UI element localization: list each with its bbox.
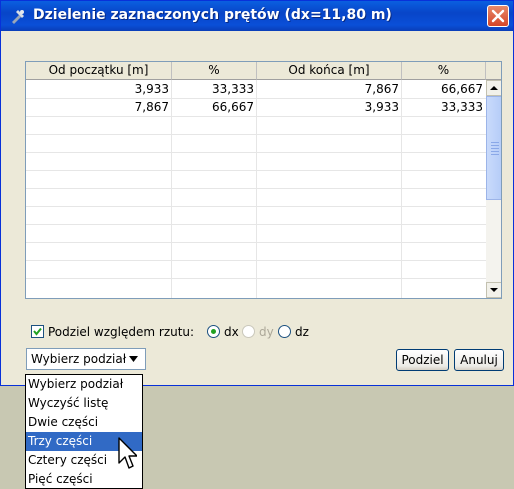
radio-dz-label: dz (295, 325, 309, 339)
radio-dz[interactable] (278, 325, 291, 338)
cell-from-start[interactable]: 7,867 (26, 99, 172, 117)
chevron-down-icon (129, 356, 138, 362)
scroll-up-button[interactable] (486, 80, 501, 96)
radio-dx-label: dx (224, 325, 239, 339)
scroll-down-button[interactable] (486, 282, 501, 298)
cell-percent-end[interactable]: 66,667 (402, 81, 486, 99)
arrow-up-icon (490, 86, 498, 90)
combobox-value: Wybierz podział (31, 352, 127, 366)
radio-selected-dot (211, 329, 216, 334)
vertical-scrollbar[interactable] (486, 80, 501, 298)
column-header-percent-end[interactable]: % (402, 62, 486, 80)
dropdown-item[interactable]: Wyczyść listę (26, 394, 142, 413)
header-corner (486, 62, 501, 80)
dropdown-item[interactable]: Dwie części (26, 413, 142, 432)
split-button[interactable]: Podziel (396, 349, 449, 371)
arrow-down-icon (490, 288, 498, 292)
division-table: Od początku [m] % Od końca [m] % 3,933 3… (25, 61, 502, 299)
radio-dx[interactable] (207, 325, 220, 338)
dialog-window: Dzielenie zaznaczonych prętów (dx=11,80 … (0, 0, 514, 386)
division-preset-dropdown-list: Wybierz podział Wyczyść listę Dwie częśc… (25, 374, 143, 489)
cancel-button[interactable]: Anuluj (454, 349, 504, 371)
dropdown-item[interactable]: Wybierz podział (26, 375, 142, 394)
scroll-thumb[interactable] (486, 96, 501, 200)
column-header-percent-start[interactable]: % (172, 62, 257, 80)
close-button[interactable] (487, 5, 509, 27)
column-header-from-end[interactable]: Od końca [m] (257, 62, 402, 80)
close-icon (491, 9, 505, 23)
title-bar[interactable]: Dzielenie zaznaczonych prętów (dx=11,80 … (1, 1, 513, 31)
dropdown-item[interactable]: Pięć części (26, 470, 142, 489)
cell-percent-start[interactable]: 66,667 (172, 99, 257, 117)
app-icon (12, 10, 24, 24)
radio-dy (242, 325, 255, 338)
window-title: Dzielenie zaznaczonych prętów (dx=11,80 … (33, 7, 392, 23)
projection-checkbox-label: Podziel względem rzutu: (48, 325, 195, 339)
projection-checkbox[interactable] (31, 325, 44, 338)
cell-percent-start[interactable]: 33,333 (172, 81, 257, 99)
cell-from-start[interactable]: 3,933 (26, 81, 172, 99)
radio-dy-label: dy (259, 325, 274, 339)
cell-from-end[interactable]: 3,933 (257, 99, 402, 117)
column-header-from-start[interactable]: Od początku [m] (26, 62, 172, 80)
division-preset-combobox[interactable]: Wybierz podział (26, 348, 146, 370)
mouse-cursor-icon (118, 437, 137, 469)
cell-from-end[interactable]: 7,867 (257, 81, 402, 99)
checkmark-icon (33, 327, 42, 336)
cell-percent-end[interactable]: 33,333 (402, 99, 486, 117)
